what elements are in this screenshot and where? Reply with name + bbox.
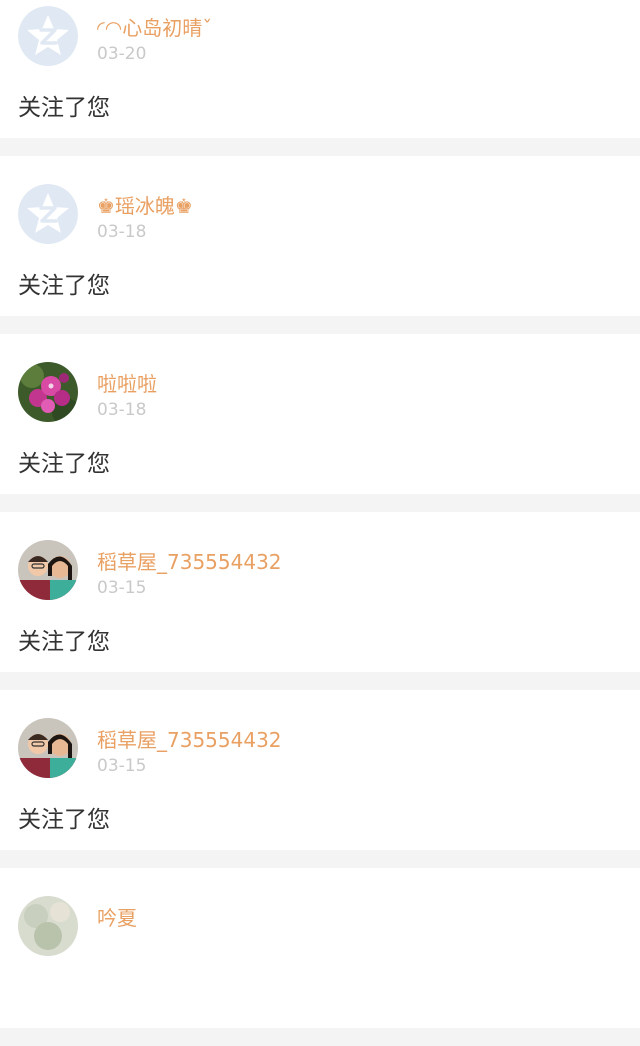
notification-feed: ◜◠心岛初晴ˇ 03-20 关注了您 ♚瑶冰魄♚ 03-18 关注了您 啦啦啦 … [0, 0, 640, 1046]
user-name[interactable]: 吟夏 [97, 902, 137, 931]
user-name[interactable]: 稻草屋_735554432 [97, 724, 282, 753]
notification-date: 03-15 [97, 756, 147, 776]
notification-card[interactable]: ♚瑶冰魄♚ 03-18 关注了您 [0, 156, 640, 316]
notification-message: 关注了您 [18, 629, 110, 655]
notification-card[interactable]: 稻草屋_735554432 03-15 关注了您 [0, 512, 640, 672]
family-avatar-icon[interactable] [18, 540, 78, 600]
user-name[interactable]: 稻草屋_735554432 [97, 546, 282, 575]
notification-date: 03-15 [97, 578, 147, 598]
notification-card[interactable]: 吟夏 [0, 868, 640, 1028]
notification-message: 关注了您 [18, 273, 110, 299]
notification-card[interactable]: ◜◠心岛初晴ˇ 03-20 关注了您 [0, 0, 640, 138]
family-avatar-icon[interactable] [18, 718, 78, 778]
photo-avatar-icon[interactable] [18, 896, 78, 956]
default-avatar-icon[interactable] [18, 184, 78, 244]
notification-date: 03-18 [97, 222, 147, 242]
notification-date: 03-20 [97, 44, 147, 64]
user-name[interactable]: ♚瑶冰魄♚ [97, 190, 193, 219]
notification-message: 关注了您 [18, 95, 110, 121]
user-name[interactable]: ◜◠心岛初晴ˇ [97, 12, 212, 41]
notification-date: 03-18 [97, 400, 147, 420]
notification-message: 关注了您 [18, 807, 110, 833]
user-name[interactable]: 啦啦啦 [97, 368, 157, 397]
notification-message: 关注了您 [18, 451, 110, 477]
default-avatar-icon[interactable] [18, 6, 78, 66]
notification-card[interactable]: 稻草屋_735554432 03-15 关注了您 [0, 690, 640, 850]
notification-card[interactable]: 啦啦啦 03-18 关注了您 [0, 334, 640, 494]
flower-avatar-icon[interactable] [18, 362, 78, 422]
